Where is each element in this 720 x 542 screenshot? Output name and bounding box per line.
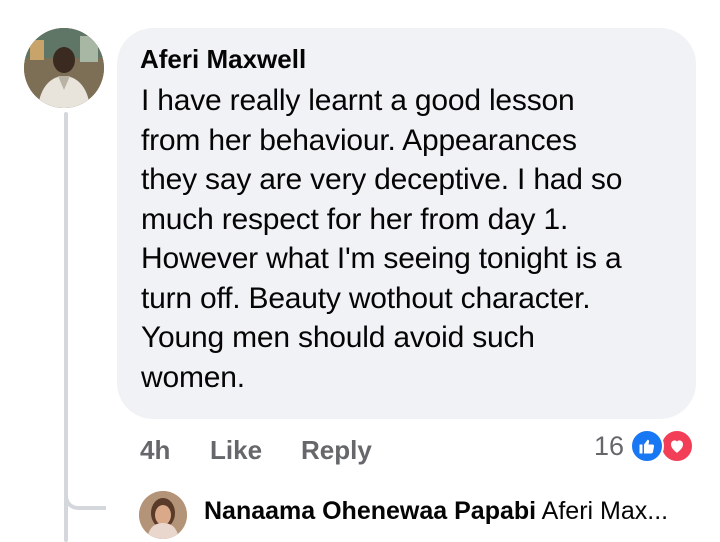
reaction-count: 16	[593, 430, 624, 461]
reply-author[interactable]: Nanaama Ohenewaa Papabi	[204, 497, 536, 525]
reply-snippet: Aferi Max...	[541, 497, 669, 525]
reply-preview[interactable]: Nanaama Ohenewaa Papabi Aferi Max...	[204, 497, 668, 526]
avatar-photo	[24, 28, 104, 108]
thread-connector	[64, 484, 106, 510]
commenter-avatar[interactable]	[24, 28, 104, 108]
like-button[interactable]: Like	[210, 435, 301, 466]
reply-avatar[interactable]	[139, 491, 187, 539]
comment-author[interactable]: Aferi Maxwell	[140, 42, 672, 76]
reply-button[interactable]: Reply	[301, 435, 372, 466]
comment-actions: 4h Like Reply	[140, 433, 372, 467]
reaction-summary[interactable]: 16	[594, 428, 694, 464]
like-icon	[630, 429, 664, 463]
comment-timestamp[interactable]: 4h	[140, 435, 210, 466]
thread-line	[64, 112, 68, 542]
comment-text: I have really learnt a good lesson from …	[141, 84, 623, 394]
reply-avatar-photo	[139, 491, 187, 539]
love-icon	[660, 429, 694, 463]
comment-bubble: Aferi Maxwell I have really learnt a goo…	[117, 28, 696, 419]
